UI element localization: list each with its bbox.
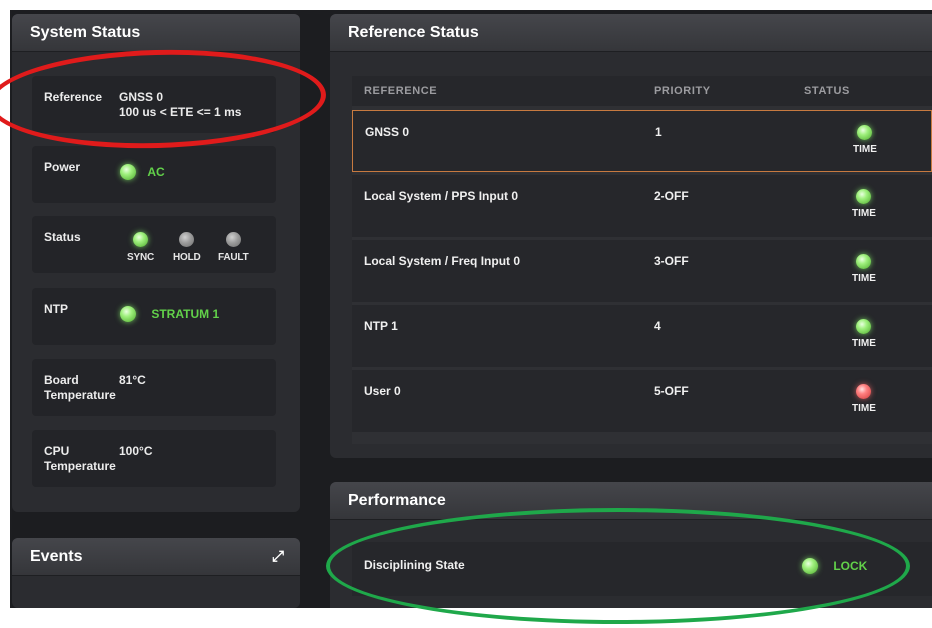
ntp-led-icon (120, 306, 136, 322)
table-row[interactable]: Local System / PPS Input 0 2-OFF TIME (352, 175, 932, 237)
cpu-temperature-value: 100°C (119, 444, 153, 458)
fault-indicator-label: FAULT (218, 252, 249, 263)
cpu-temperature-label: CPU Temperature (44, 444, 116, 473)
priority-cell: 2-OFF (654, 189, 689, 203)
status-label: Status (44, 230, 81, 244)
expand-icon[interactable]: ⤢ (272, 548, 284, 565)
reference-status-title: Reference Status (330, 14, 932, 52)
reference-table-header: REFERENCE PRIORITY STATUS (352, 76, 932, 106)
reference-table: REFERENCE PRIORITY STATUS GNSS 0 1 TIME … (352, 76, 932, 444)
board-temperature-label: Board Temperature (44, 373, 116, 402)
power-led-icon (120, 164, 136, 180)
sync-indicator-label: SYNC (127, 252, 154, 263)
power-value: AC (147, 164, 165, 179)
status-cell: TIME (852, 384, 876, 414)
priority-cell: 5-OFF (654, 384, 689, 398)
reference-status-box: Reference GNSS 0 100 us < ETE <= 1 ms (32, 76, 276, 133)
reference-cell: GNSS 0 (365, 125, 410, 139)
table-row[interactable]: User 0 5-OFF TIME (352, 370, 932, 432)
sync-indicator: SYNC (127, 232, 154, 263)
hold-led-icon (179, 232, 195, 247)
status-cell: TIME (852, 254, 876, 284)
priority-cell: 3-OFF (654, 254, 689, 268)
board-temperature-value: 81°C (119, 373, 146, 387)
status-led-icon (856, 384, 872, 399)
hold-indicator: HOLD (173, 232, 201, 263)
fault-indicator: FAULT (218, 232, 249, 263)
table-row[interactable]: NTP 1 4 TIME (352, 305, 932, 367)
performance-panel: Performance Disciplining State LOCK (330, 482, 932, 608)
table-row[interactable]: Local System / Freq Input 0 3-OFF TIME (352, 240, 932, 302)
column-priority: PRIORITY (654, 85, 711, 97)
performance-title: Performance (330, 482, 932, 520)
disciplining-state-label: Disciplining State (364, 558, 465, 572)
status-led-icon (856, 319, 872, 334)
events-panel: Events ⤢ (12, 538, 300, 608)
sync-status-box: Status SYNC HOLD FAULT (32, 216, 276, 273)
ntp-label: NTP (44, 302, 68, 316)
system-status-title: System Status (12, 14, 300, 52)
system-status-panel: System Status Reference GNSS 0 100 us < … (12, 14, 300, 512)
reference-status-panel: Reference Status REFERENCE PRIORITY STAT… (330, 14, 932, 458)
fault-led-icon (225, 232, 241, 247)
status-cell: TIME (853, 125, 877, 155)
board-temperature-box: Board Temperature 81°C (32, 359, 276, 416)
reference-cell: Local System / Freq Input 0 (364, 254, 521, 268)
reference-cell: User 0 (364, 384, 401, 398)
events-title: Events (12, 538, 300, 576)
cpu-temperature-box: CPU Temperature 100°C (32, 430, 276, 487)
hold-indicator-label: HOLD (173, 252, 201, 263)
reference-cell: Local System / PPS Input 0 (364, 189, 519, 203)
reference-value-line1: GNSS 0 (119, 90, 164, 104)
priority-cell: 1 (655, 125, 662, 139)
power-label: Power (44, 160, 81, 174)
reference-cell: NTP 1 (364, 319, 398, 333)
reference-label: Reference (44, 90, 103, 104)
column-status: STATUS (804, 85, 850, 97)
ntp-value: STRATUM 1 (151, 306, 220, 321)
status-cell: TIME (852, 189, 876, 219)
status-cell: TIME (852, 319, 876, 349)
column-reference: REFERENCE (364, 85, 438, 97)
disciplining-state-value: LOCK (833, 559, 868, 573)
power-status-box: Power AC (32, 146, 276, 203)
priority-cell: 4 (654, 319, 661, 333)
status-led-icon (856, 189, 872, 204)
status-led-icon (856, 254, 872, 269)
lock-led-icon (802, 558, 818, 574)
reference-value: GNSS 0 100 us < ETE <= 1 ms (119, 90, 241, 120)
ntp-status-box: NTP STRATUM 1 (32, 288, 276, 345)
sync-led-icon (132, 232, 148, 247)
reference-value-line2: 100 us < ETE <= 1 ms (119, 105, 242, 119)
table-row[interactable]: GNSS 0 1 TIME (352, 110, 932, 172)
disciplining-state-row: Disciplining State LOCK (352, 542, 932, 596)
status-led-icon (857, 125, 873, 140)
